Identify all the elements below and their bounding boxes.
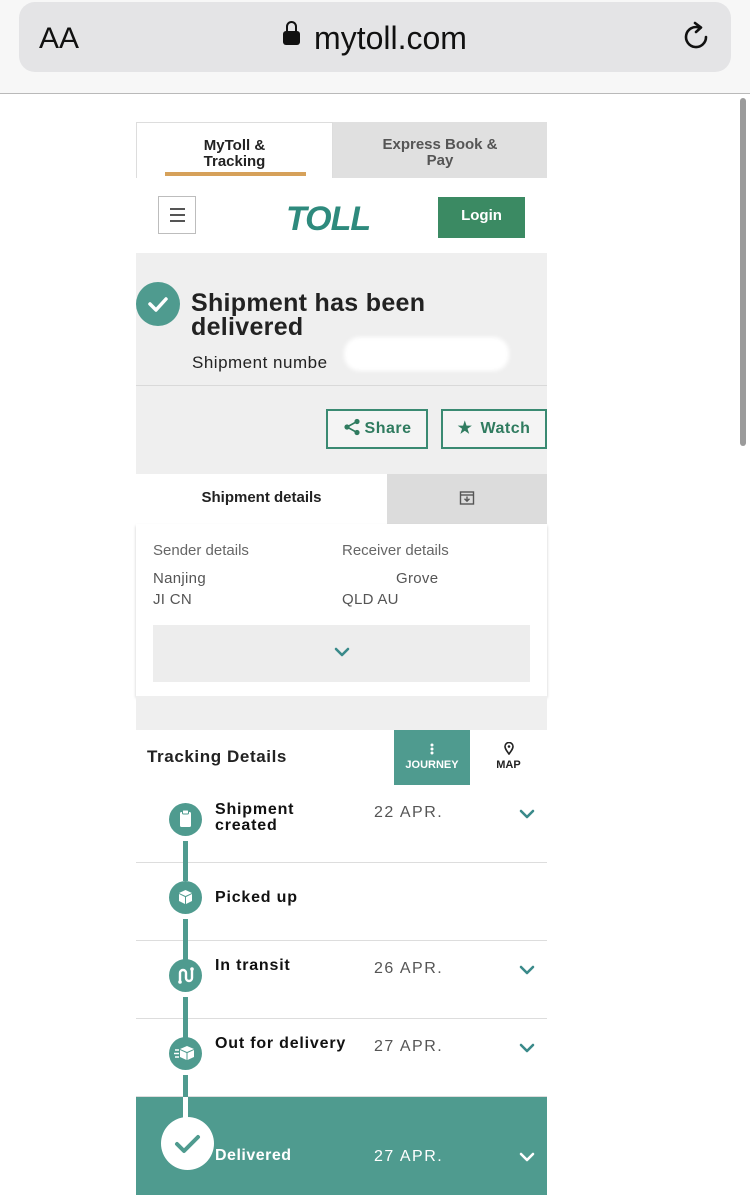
package-icon xyxy=(169,881,202,914)
receiver-region: QLD AU xyxy=(342,591,399,608)
tab-express-book-pay[interactable]: Express Book & Pay xyxy=(333,122,547,178)
status-title: Shipment has been delivered xyxy=(191,289,426,341)
step-label-line1: Shipment xyxy=(215,801,295,818)
tracking-step-shipment-created[interactable]: Shipment created 22 APR. xyxy=(136,785,547,863)
tab-shipment-details[interactable]: Shipment details xyxy=(136,474,387,524)
url-display[interactable]: mytoll.com xyxy=(19,20,731,57)
step-date: 22 APR. xyxy=(374,804,444,821)
login-button[interactable]: Login xyxy=(438,197,525,238)
step-label: In transit xyxy=(215,957,291,974)
check-circle-icon xyxy=(161,1117,214,1170)
lock-icon xyxy=(283,20,301,45)
step-date: 27 APR. xyxy=(374,1038,444,1055)
tab-express-label: Express Book & Pay xyxy=(382,136,498,169)
journey-label: JOURNEY xyxy=(405,759,459,771)
menu-icon xyxy=(170,208,185,210)
tab-mytoll-tracking[interactable]: MyToll & Tracking xyxy=(136,122,333,178)
star-icon: ★ xyxy=(457,420,473,437)
tracking-step-picked-up[interactable]: Picked up xyxy=(136,863,547,941)
tracking-details-header: Tracking Details JOURNEY MAP xyxy=(136,730,547,786)
chevron-down-icon[interactable] xyxy=(519,809,535,819)
timeline-connector xyxy=(183,841,188,881)
step-label: Out for delivery xyxy=(215,1035,347,1052)
timeline-connector xyxy=(183,1097,188,1119)
divider xyxy=(136,385,547,386)
route-icon xyxy=(169,959,202,992)
step-label: Shipment created xyxy=(215,802,294,834)
map-pin-icon xyxy=(503,742,514,755)
check-circle-icon xyxy=(136,282,180,326)
tracking-step-in-transit[interactable]: In transit 26 APR. xyxy=(136,941,547,1019)
redaction-mark xyxy=(344,337,509,371)
map-label: MAP xyxy=(496,759,521,771)
step-label: Delivered xyxy=(215,1147,292,1164)
tab-mytoll-label: MyToll & Tracking xyxy=(203,137,266,170)
details-tabs: Shipment details xyxy=(136,474,547,524)
step-label: Picked up xyxy=(215,889,298,906)
chevron-down-icon xyxy=(334,647,350,657)
timeline-connector xyxy=(183,1075,188,1097)
active-tab-underline xyxy=(165,172,306,176)
timeline-connector xyxy=(183,919,188,960)
journey-icon xyxy=(430,743,434,755)
shipment-number-label: Shipment numbe xyxy=(192,353,328,372)
share-button[interactable]: Share xyxy=(326,409,428,449)
status-title-line1: Shipment has been xyxy=(191,289,426,317)
step-date: 27 APR. xyxy=(374,1148,444,1165)
sender-city: Nanjing xyxy=(153,570,206,587)
clipboard-icon xyxy=(169,803,202,836)
share-label: Share xyxy=(364,420,412,437)
chevron-down-icon[interactable] xyxy=(519,1043,535,1053)
shipment-details-card: Sender details Nanjing JI CN Receiver de… xyxy=(136,524,547,696)
chevron-down-icon[interactable] xyxy=(519,965,535,975)
reload-icon[interactable] xyxy=(679,20,713,54)
receiver-city: Grove xyxy=(396,570,439,587)
browser-toolbar: AA mytoll.com xyxy=(0,0,750,94)
delivery-box-icon xyxy=(169,1037,202,1070)
download-box-icon xyxy=(459,491,475,505)
sender-address: Nanjing JI CN xyxy=(153,568,206,610)
tab-download[interactable] xyxy=(387,474,547,524)
timeline-connector xyxy=(183,997,188,1038)
step-label-line2: created xyxy=(215,817,278,834)
receiver-details-label: Receiver details xyxy=(342,542,449,559)
top-tabs: MyToll & Tracking Express Book & Pay xyxy=(136,122,547,178)
shipment-status-panel: Shipment has been delivered Shipment num… xyxy=(136,253,547,474)
watch-button[interactable]: ★ Watch xyxy=(441,409,547,449)
status-title-line2: delivered xyxy=(191,313,304,341)
sender-details-label: Sender details xyxy=(153,542,249,559)
section-spacer xyxy=(136,696,547,730)
tracking-details-title: Tracking Details xyxy=(147,747,287,766)
receiver-address: Grove QLD AU xyxy=(342,568,438,610)
chevron-down-icon[interactable] xyxy=(519,1152,535,1162)
tracking-step-out-for-delivery[interactable]: Out for delivery 27 APR. xyxy=(136,1019,547,1097)
url-text: mytoll.com xyxy=(314,20,467,56)
menu-button[interactable] xyxy=(158,196,196,234)
scrollbar[interactable] xyxy=(740,98,746,446)
map-tab[interactable]: MAP xyxy=(470,730,547,785)
menu-icon-bar xyxy=(170,220,185,222)
share-icon xyxy=(343,418,360,435)
menu-icon-bar xyxy=(170,214,185,216)
step-date: 26 APR. xyxy=(374,960,444,977)
watch-label: Watch xyxy=(480,420,531,437)
address-bar[interactable]: AA mytoll.com xyxy=(19,2,731,72)
expand-details-button[interactable] xyxy=(153,625,530,682)
sender-region: JI CN xyxy=(153,591,192,608)
toll-logo[interactable]: TOLL xyxy=(286,200,371,239)
tracking-step-delivered[interactable]: Delivered 27 APR. xyxy=(136,1097,547,1195)
journey-tab[interactable]: JOURNEY xyxy=(394,730,470,785)
